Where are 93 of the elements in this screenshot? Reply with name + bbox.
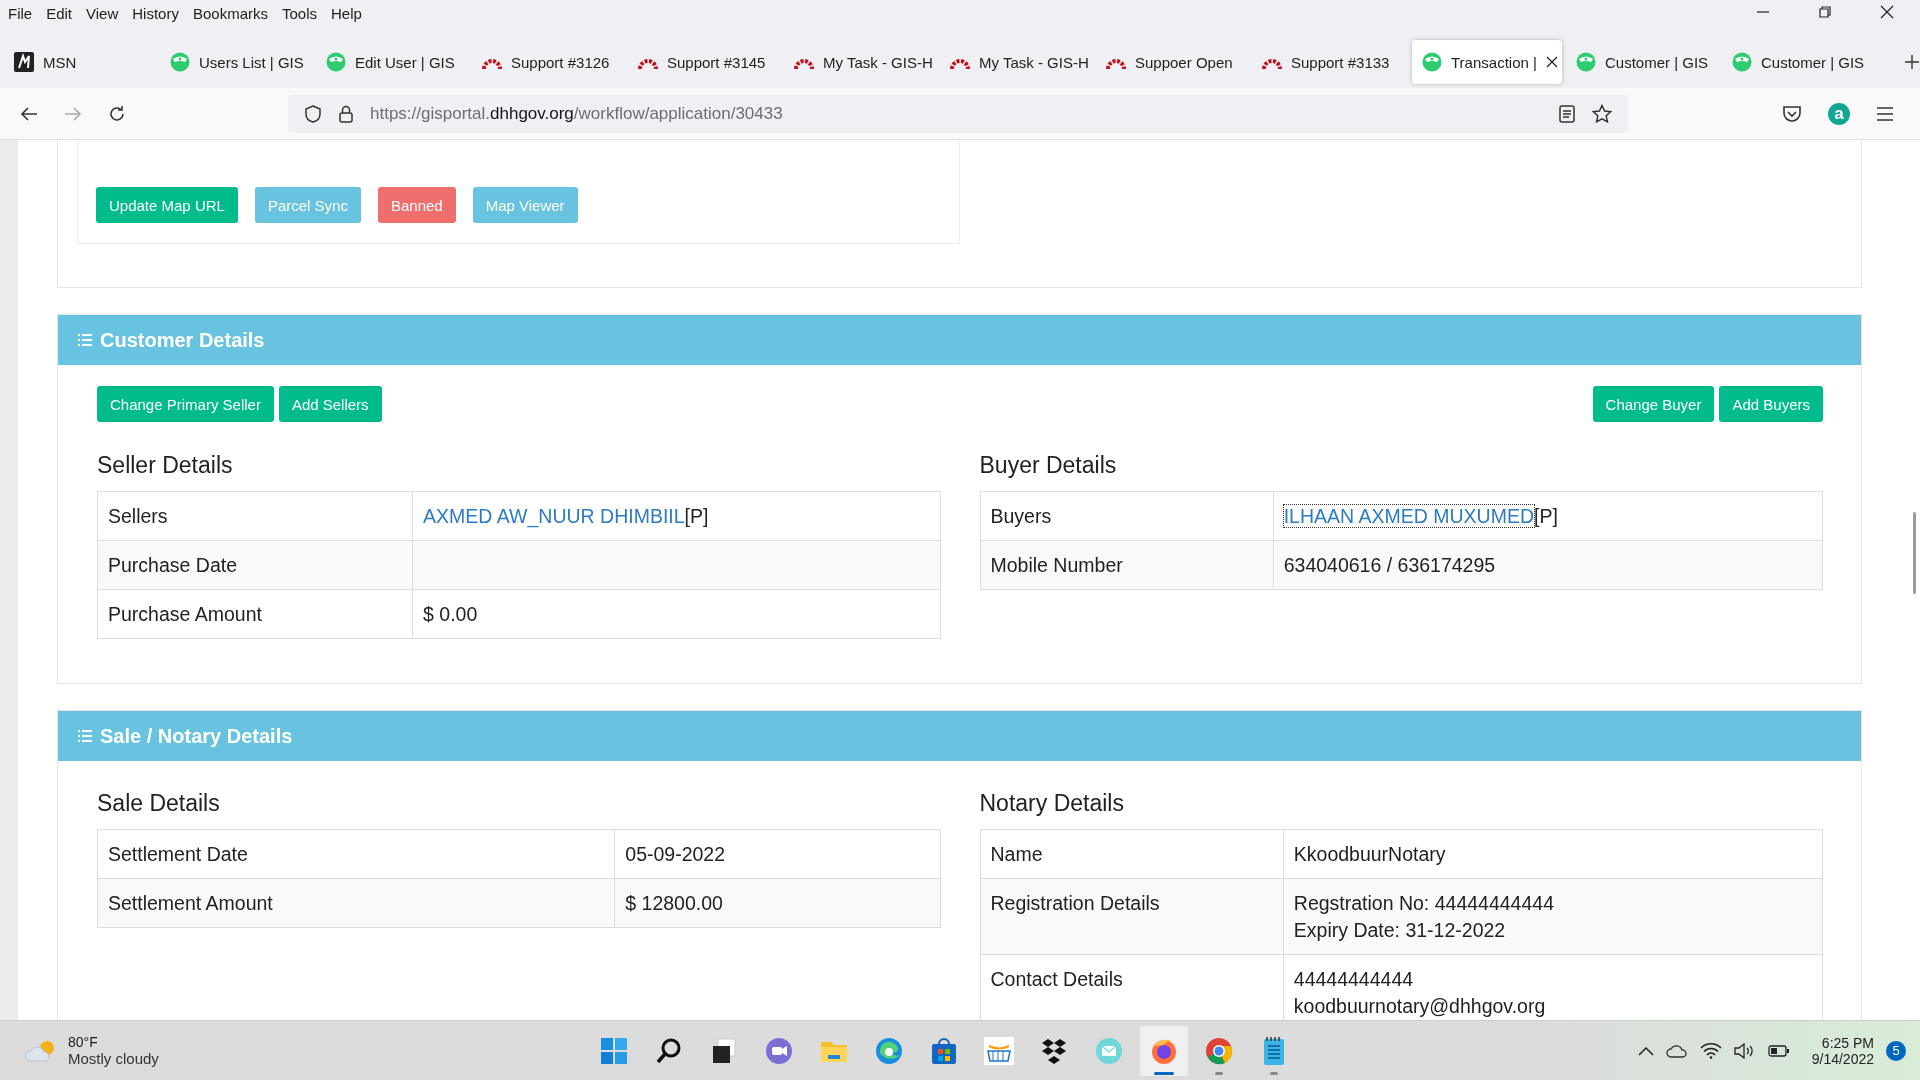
browser-tab[interactable]: Suppoer Open bbox=[1096, 40, 1252, 84]
chevron-up-icon[interactable] bbox=[1637, 1045, 1654, 1056]
browser-tab[interactable]: MSN bbox=[4, 40, 160, 84]
browser-tab[interactable]: Support #3145 bbox=[628, 40, 784, 84]
menu-item[interactable]: Edit bbox=[46, 2, 73, 22]
table-title: Seller Details bbox=[97, 451, 234, 479]
running-indicator bbox=[1270, 1071, 1278, 1075]
browser-tab[interactable]: Support #3133 bbox=[1252, 40, 1408, 84]
wifi-icon[interactable] bbox=[1699, 1042, 1722, 1059]
section-title: Customer Details bbox=[100, 328, 265, 352]
boxes-icon bbox=[1040, 1036, 1068, 1065]
mail-icon bbox=[1095, 1036, 1123, 1065]
pocket-icon[interactable] bbox=[1782, 104, 1802, 123]
menu-item[interactable]: Bookmarks bbox=[192, 2, 268, 22]
globe-icon bbox=[326, 52, 346, 72]
table-cell-text: 634040616 / 636174295 bbox=[1283, 553, 1497, 578]
temperature: 80°F bbox=[68, 1034, 99, 1050]
windows-logo-icon bbox=[600, 1036, 628, 1065]
table-title: Notary Details bbox=[979, 789, 1125, 817]
table-cell: Purchase Amount bbox=[97, 589, 413, 639]
table-cell: Name bbox=[980, 829, 1284, 879]
table-cell: Settlement Date bbox=[97, 829, 615, 879]
browser-tab[interactable]: My Task - GIS-H bbox=[940, 40, 1096, 84]
table-cell: Registration Details bbox=[980, 878, 1284, 955]
address-bar[interactable]: https://gisportal.dhhgov.org/workflow/application/30433 bbox=[288, 94, 1628, 133]
clock[interactable]: 6:25 PM 9/14/2022 bbox=[1811, 1034, 1874, 1067]
table-cell-text: $ 12800.00 bbox=[625, 891, 724, 916]
weather-condition: Mostly cloudy bbox=[68, 1050, 159, 1067]
new-tab-icon[interactable] bbox=[1904, 54, 1920, 70]
battery-icon[interactable] bbox=[1767, 1043, 1790, 1058]
primary-tag: [P] bbox=[1534, 505, 1558, 527]
list-icon bbox=[78, 730, 92, 742]
globe-icon bbox=[1576, 52, 1596, 72]
swirl-icon bbox=[875, 1036, 903, 1065]
person-link[interactable]: AXMED AW_NUUR DHIMBIIL bbox=[423, 505, 685, 527]
restore-icon[interactable] bbox=[1818, 5, 1832, 19]
menu-icon[interactable] bbox=[1876, 105, 1894, 122]
volume-icon[interactable] bbox=[1733, 1042, 1756, 1059]
person-link[interactable]: ILHAAN AXMED MUXUMED bbox=[1283, 505, 1534, 527]
menu-item[interactable]: Help bbox=[331, 2, 362, 22]
menu-item[interactable]: View bbox=[86, 2, 119, 22]
globe-icon bbox=[170, 52, 190, 72]
primary-tag: [P] bbox=[684, 505, 709, 527]
browser-tab[interactable]: Users List | GIS bbox=[160, 40, 316, 84]
browser-tab[interactable]: My Task - GIS-H bbox=[784, 40, 940, 84]
browser-tab[interactable]: Support #3126 bbox=[472, 40, 628, 84]
table-cell: Buyers bbox=[980, 491, 1274, 541]
running-indicator bbox=[1154, 1071, 1174, 1075]
table-cell-text: Regstration No: 44444444444 bbox=[1293, 891, 1555, 916]
chat-icon bbox=[765, 1036, 793, 1065]
menu-item[interactable]: Tools bbox=[282, 2, 317, 22]
task-view-icon bbox=[710, 1036, 738, 1065]
reader-icon[interactable] bbox=[1558, 104, 1576, 123]
globe-icon bbox=[1732, 52, 1752, 72]
store-icon bbox=[930, 1036, 958, 1065]
notepad-icon bbox=[1262, 1035, 1286, 1066]
cloud-icon[interactable] bbox=[1665, 1043, 1688, 1058]
close-icon[interactable] bbox=[1880, 5, 1894, 19]
table-cell: Settlement Amount bbox=[97, 878, 615, 928]
list-icon bbox=[78, 334, 92, 346]
browser-tab[interactable]: Customer | GIS bbox=[1722, 40, 1878, 84]
browser-tab[interactable]: Customer | GIS bbox=[1566, 40, 1722, 84]
table-cell-text: KkoodbuurNotary bbox=[1293, 842, 1447, 867]
table-cell-text: Expiry Date: 31-12-2022 bbox=[1293, 918, 1507, 943]
table-cell: Purchase Date bbox=[97, 540, 413, 590]
logo-icon bbox=[14, 52, 34, 72]
url-text: https://gisportal.dhhgov.org/workflow/application/30433 bbox=[370, 103, 783, 124]
table-cell-text: koodbuurnotary@dhhgov.org bbox=[1293, 994, 1547, 1019]
lock-icon[interactable] bbox=[338, 103, 354, 124]
menu-item[interactable]: History bbox=[132, 2, 179, 22]
globe-icon bbox=[1422, 52, 1442, 72]
browser-icon bbox=[1205, 1036, 1233, 1065]
reload-icon[interactable] bbox=[108, 104, 126, 123]
table-cell-text: $ 0.00 bbox=[423, 602, 479, 627]
browser-tab[interactable]: Transaction | bbox=[1412, 40, 1562, 84]
back-icon[interactable] bbox=[20, 104, 38, 123]
table-cell: Sellers bbox=[97, 491, 413, 541]
cart-icon bbox=[984, 1036, 1014, 1065]
table-cell-text: 05-09-2022 bbox=[625, 842, 727, 867]
table-cell: Mobile Number bbox=[980, 540, 1274, 590]
scrollbar-thumb[interactable] bbox=[1913, 512, 1916, 594]
search-icon bbox=[655, 1036, 683, 1065]
table-cell-text: 44444444444 bbox=[1293, 967, 1415, 992]
table-title: Buyer Details bbox=[979, 451, 1118, 479]
running-indicator bbox=[1215, 1071, 1223, 1075]
menu-item[interactable]: File bbox=[8, 2, 33, 22]
notification-badge[interactable]: 5 bbox=[1886, 1040, 1906, 1061]
star-icon[interactable] bbox=[1592, 103, 1612, 124]
section-title: Sale / Notary Details bbox=[100, 724, 293, 748]
browser-tab[interactable]: Edit User | GIS bbox=[316, 40, 472, 84]
close-icon[interactable] bbox=[1545, 56, 1558, 68]
shield-icon[interactable] bbox=[304, 103, 322, 124]
table-title: Sale Details bbox=[97, 789, 221, 817]
